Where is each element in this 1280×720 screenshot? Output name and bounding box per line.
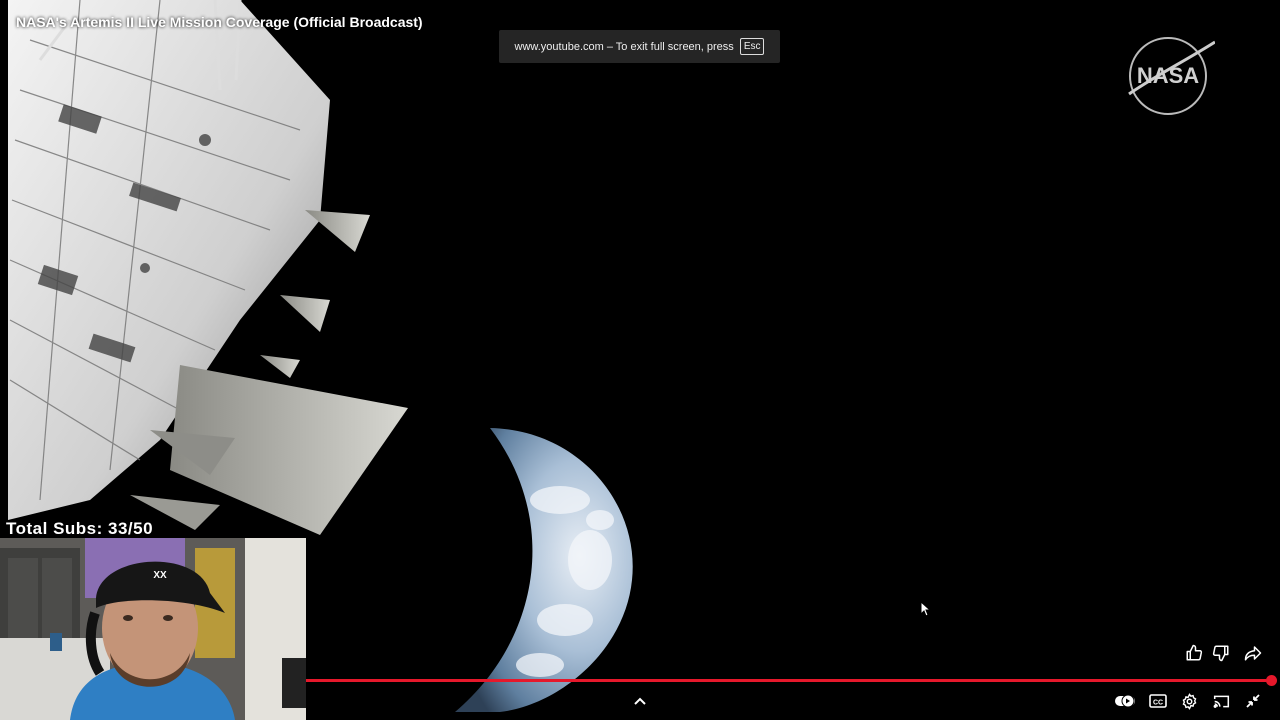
progress-scrubber-handle[interactable] [1266, 675, 1277, 686]
webcam-overlay: XX [0, 538, 306, 720]
nasa-logo: NASA [1128, 37, 1215, 115]
thumbs-up-icon [1186, 644, 1203, 661]
progress-played [306, 679, 1267, 682]
video-player[interactable]: NASA's Artemis II Live Mission Coverage … [0, 0, 1280, 720]
mouse-cursor-icon [920, 601, 930, 617]
subscriber-goal-label: Total Subs: 33/50 [6, 519, 154, 538]
autoplay-toggle[interactable] [1113, 692, 1137, 710]
progress-bar[interactable] [306, 679, 1272, 682]
toggle-icon [1115, 694, 1135, 708]
cast-button[interactable] [1211, 691, 1231, 711]
svg-text:XX: XX [153, 570, 167, 581]
gear-icon [1182, 692, 1196, 710]
dislike-button[interactable] [1211, 643, 1231, 663]
settings-button[interactable] [1179, 691, 1199, 711]
exit-fullscreen-icon [1246, 694, 1260, 708]
cast-icon [1213, 695, 1229, 708]
like-button[interactable] [1184, 643, 1204, 663]
captions-button[interactable]: CC [1147, 692, 1169, 710]
captions-icon: CC [1149, 694, 1167, 708]
exit-fullscreen-button[interactable] [1243, 691, 1263, 711]
spacecraft [8, 0, 408, 535]
esc-key-badge: Esc [739, 38, 765, 55]
more-videos-expand-button[interactable] [630, 692, 650, 710]
svg-text:CC: CC [1153, 700, 1163, 707]
earth [455, 428, 633, 712]
thumbs-down-icon [1212, 645, 1229, 662]
chevron-up-icon [634, 697, 646, 705]
share-arrow-icon [1244, 646, 1262, 661]
video-title: NASA's Artemis II Live Mission Coverage … [16, 14, 423, 30]
nasa-logo-text: NASA [1137, 63, 1199, 88]
share-button[interactable] [1242, 643, 1264, 663]
fullscreen-notice-text: www.youtube.com – To exit full screen, p… [514, 40, 734, 53]
fullscreen-exit-notice: www.youtube.com – To exit full screen, p… [499, 30, 780, 63]
